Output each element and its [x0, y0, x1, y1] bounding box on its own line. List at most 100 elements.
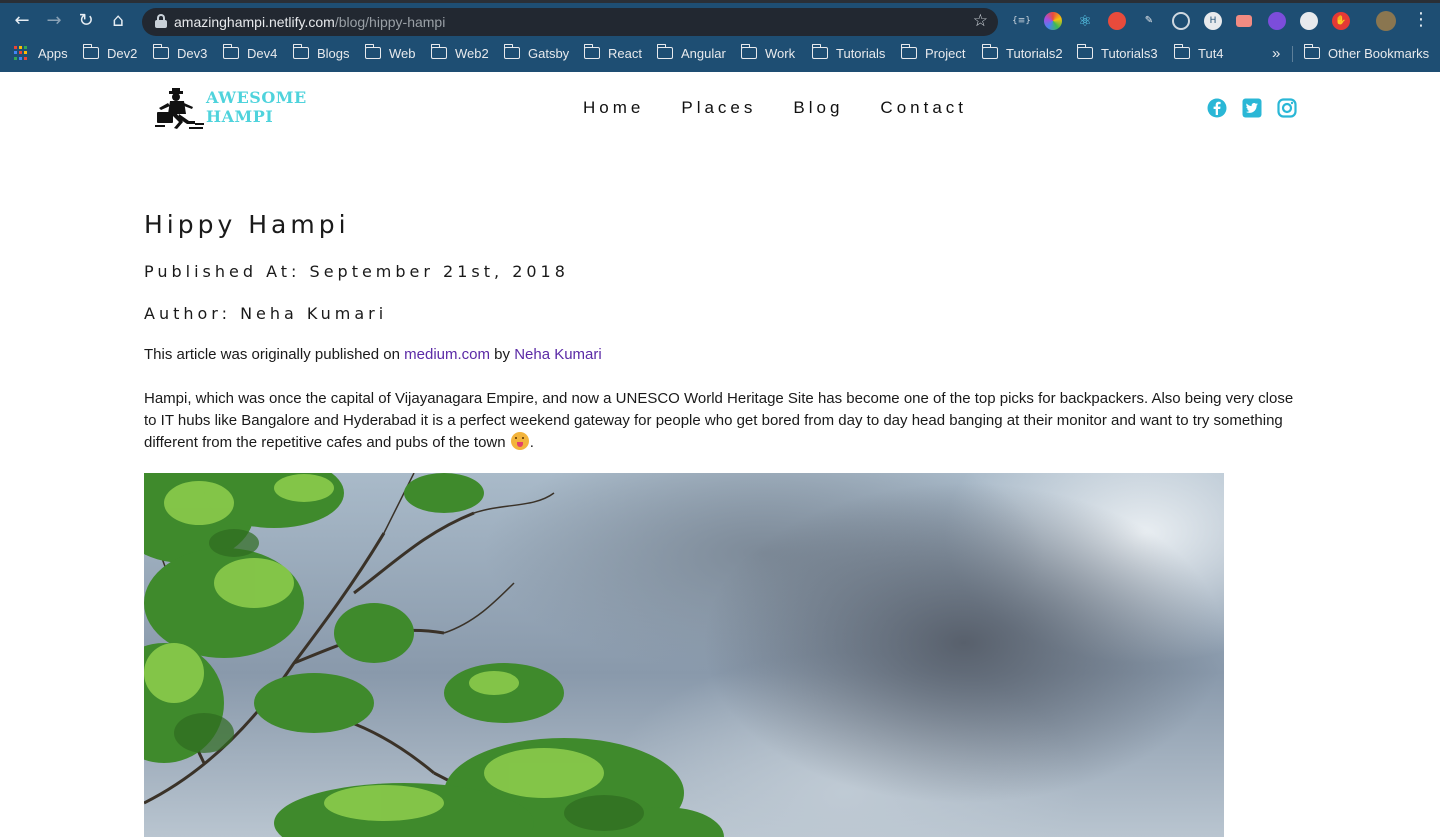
intro-prefix: This article was originally published on: [144, 346, 400, 363]
main-nav: Home Places Blog Contact: [583, 98, 1004, 118]
bookmark-label: Tutorials: [836, 45, 886, 61]
bookmarks-bar: Apps Dev2 Dev3 Dev4 Blogs Web Web2 Gatsb…: [0, 40, 1440, 66]
paragraph-text: Hampi, which was once the capital of Vij…: [144, 390, 1294, 451]
twitter-icon[interactable]: [1242, 98, 1262, 118]
nav-contact[interactable]: Contact: [880, 98, 967, 118]
original-source-note: This article was originally published on…: [144, 346, 602, 363]
bookmark-apps[interactable]: Apps: [14, 44, 68, 62]
bookmark-label: Blogs: [317, 45, 350, 61]
bookmark-folder[interactable]: Web: [364, 44, 416, 62]
bookmark-label: React: [608, 45, 642, 61]
bookmark-folder[interactable]: React: [583, 44, 642, 62]
nav-home[interactable]: Home: [583, 98, 644, 118]
medium-link[interactable]: medium.com: [404, 346, 490, 363]
bookmark-label: Work: [765, 45, 796, 61]
color-picker-extension-icon[interactable]: [1044, 12, 1062, 30]
bookmark-folder[interactable]: Tut4: [1173, 44, 1224, 62]
target-extension-icon[interactable]: [1172, 12, 1190, 30]
json-viewer-extension-icon[interactable]: {≡}: [1012, 12, 1031, 30]
bookmark-star-icon[interactable]: ☆: [973, 11, 988, 31]
folder-icon: [656, 44, 673, 59]
bookmark-folder[interactable]: Web2: [430, 44, 489, 62]
home-icon[interactable]: ⌂: [106, 9, 130, 33]
bookmarks-overflow-button[interactable]: »: [1272, 44, 1280, 62]
bookmark-label: Gatsby: [528, 45, 570, 61]
folder-icon: [430, 44, 447, 59]
bookmark-folder[interactable]: Dev2: [82, 44, 138, 62]
folder-icon: [82, 44, 99, 59]
nav-places[interactable]: Places: [681, 98, 756, 118]
bookmark-folder[interactable]: Angular: [656, 44, 726, 62]
url-host: amazinghampi.netlify.com: [174, 14, 335, 30]
adblock-extension-icon[interactable]: ✋: [1332, 12, 1350, 30]
back-icon[interactable]: ←: [10, 9, 34, 33]
facebook-icon[interactable]: [1207, 98, 1227, 118]
bookmark-folder[interactable]: Tutorials2: [981, 44, 1063, 62]
pomodoro-extension-icon[interactable]: [1108, 12, 1126, 30]
article-title: Hippy Hampi: [144, 210, 350, 239]
url-path: /blog/hippy-hampi: [334, 14, 446, 30]
article-paragraph: Hampi, which was once the capital of Vij…: [144, 388, 1296, 454]
bookmark-folder[interactable]: Dev3: [152, 44, 207, 62]
bookmarks-divider: [1292, 46, 1293, 62]
folder-icon: [583, 44, 600, 59]
nav-blog[interactable]: Blog: [793, 98, 843, 118]
hcode-extension-icon[interactable]: H: [1204, 12, 1222, 30]
folder-icon: [364, 44, 381, 59]
bookmark-folder[interactable]: Dev4: [222, 44, 278, 62]
instagram-icon[interactable]: [1277, 98, 1297, 118]
grey-extension-icon[interactable]: [1300, 12, 1318, 30]
tab-strip: [0, 0, 1440, 3]
apps-grid-icon: [14, 46, 28, 60]
folder-icon: [292, 44, 309, 59]
profile-avatar[interactable]: [1376, 11, 1396, 31]
other-bookmarks-folder[interactable]: Other Bookmarks: [1303, 44, 1430, 62]
folder-icon: [1076, 44, 1093, 59]
bookmark-label: Web2: [455, 45, 489, 61]
address-bar[interactable]: amazinghampi.netlify.com/blog/hippy-hamp…: [142, 8, 998, 36]
logo-line-2: HAMPI: [206, 107, 274, 126]
react-devtools-extension-icon[interactable]: ⚛: [1076, 12, 1094, 30]
logo-line-1: AWESOME: [206, 88, 307, 107]
folder-icon: [900, 44, 917, 59]
browser-toolbar: ← → ↻ ⌂ amazinghampi.netlify.com/blog/hi…: [0, 5, 1440, 37]
site-logo[interactable]: AWESOME HAMPI: [155, 86, 330, 130]
folder-icon: [981, 44, 998, 59]
bookmark-label: Dev2: [107, 45, 138, 61]
forward-icon[interactable]: →: [42, 9, 66, 33]
tree-and-sky-photo: [144, 473, 724, 837]
bookmark-folder[interactable]: Tutorials3: [1076, 44, 1158, 62]
bookmark-folder[interactable]: Blogs: [292, 44, 350, 62]
traveller-logo-icon: [155, 88, 204, 129]
bookmark-label: Apps: [38, 45, 68, 61]
url-text: amazinghampi.netlify.com/blog/hippy-hamp…: [174, 14, 445, 30]
bookmark-label: Other Bookmarks: [1328, 45, 1430, 61]
bookmark-folder[interactable]: Project: [900, 44, 966, 62]
bookmark-label: Dev4: [247, 45, 278, 61]
folder-icon: [503, 44, 520, 59]
lock-icon: [155, 14, 167, 28]
bookmark-folder[interactable]: Work: [740, 44, 796, 62]
bookmark-label: Project: [925, 45, 966, 61]
bookmark-label: Web: [389, 45, 416, 61]
published-date: Published At: September 21st, 2018: [144, 262, 569, 281]
author-link[interactable]: Neha Kumari: [514, 346, 602, 363]
hero-image: [144, 473, 1224, 837]
bookmark-folder[interactable]: Gatsby: [503, 44, 570, 62]
bookmark-folder[interactable]: Tutorials: [811, 44, 886, 62]
intro-by: by: [494, 346, 511, 363]
browser-chrome: ← → ↻ ⌂ amazinghampi.netlify.com/blog/hi…: [0, 0, 1440, 72]
folder-icon: [1173, 44, 1190, 59]
site-header: AWESOME HAMPI Home Places Blog Contact: [0, 72, 1440, 144]
author-line: Author: Neha Kumari: [144, 304, 388, 323]
purple-extension-icon[interactable]: [1268, 12, 1286, 30]
folder-icon: [152, 44, 169, 59]
record-extension-icon[interactable]: [1236, 15, 1252, 27]
pen-extension-icon[interactable]: ✎: [1140, 12, 1158, 30]
browser-menu-icon[interactable]: ⋮: [1412, 9, 1430, 30]
tongue-out-emoji-icon: [510, 432, 529, 450]
folder-icon: [222, 44, 239, 59]
bookmark-label: Tutorials2: [1006, 45, 1063, 61]
reload-icon[interactable]: ↻: [74, 9, 98, 33]
folder-icon: [1303, 44, 1320, 59]
